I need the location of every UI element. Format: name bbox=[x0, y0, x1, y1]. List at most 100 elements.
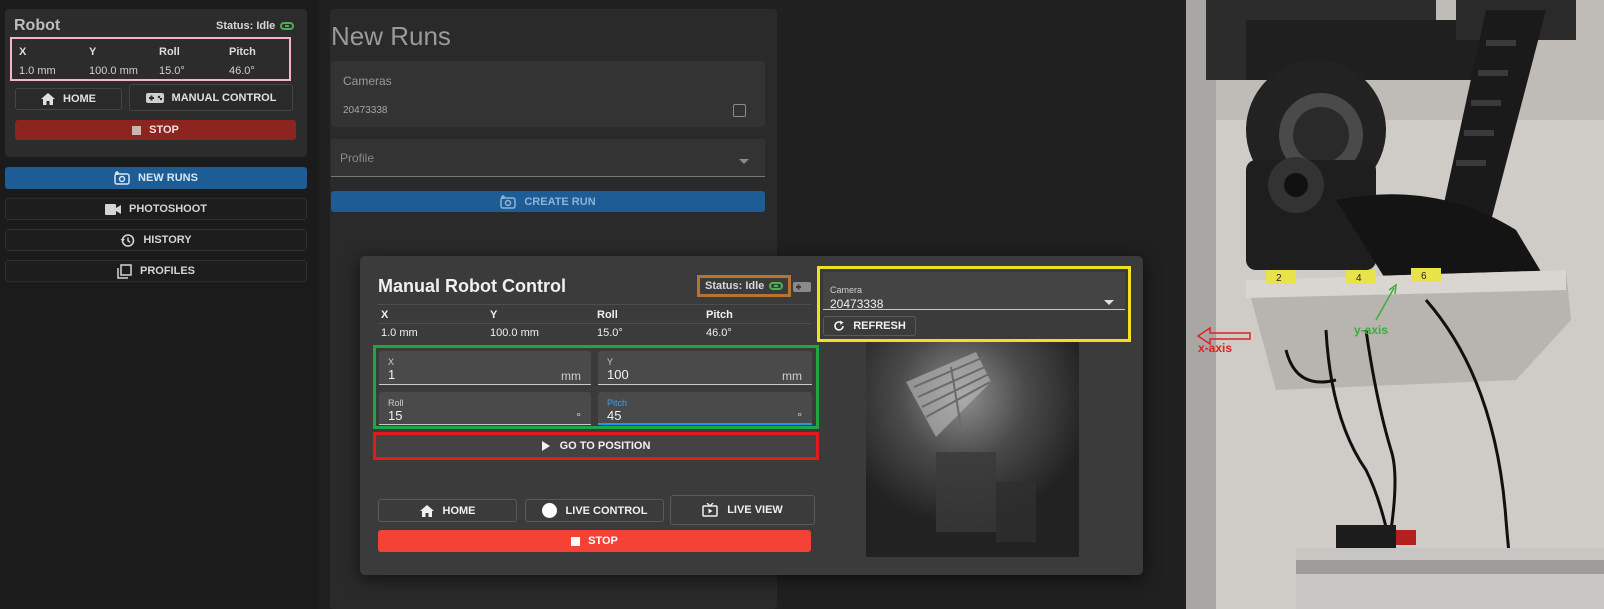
photo-label-6: 6 bbox=[1421, 271, 1427, 282]
camera-preview-image bbox=[866, 342, 1079, 557]
home-button-label: HOME bbox=[63, 93, 96, 105]
camera-add-icon bbox=[500, 194, 517, 209]
readout-value-y: 100.0 mm bbox=[89, 65, 138, 77]
x-input-label: X bbox=[388, 357, 395, 367]
dialog-title: Manual Robot Control bbox=[378, 276, 566, 296]
readout-header-roll: Roll bbox=[159, 46, 180, 58]
dialog-status-text: Status: Idle bbox=[705, 280, 765, 292]
chevron-down-icon bbox=[1104, 300, 1114, 305]
nav-profiles[interactable]: PROFILES bbox=[5, 260, 307, 282]
live-control-button[interactable]: LIVE CONTROL bbox=[525, 499, 664, 522]
readout-value-roll: 15.0° bbox=[159, 65, 185, 77]
camera-select-label: Camera bbox=[830, 285, 863, 295]
x-input-value: 1 bbox=[388, 367, 396, 382]
y-input-label: Y bbox=[607, 357, 614, 367]
cameras-label: Cameras bbox=[343, 74, 392, 88]
nav-new-runs[interactable]: NEW RUNS bbox=[5, 167, 307, 189]
refresh-icon bbox=[834, 320, 845, 331]
live-tv-icon bbox=[702, 503, 718, 517]
dialog-value-y: 100.0 mm bbox=[490, 327, 539, 339]
y-input-suffix: mm bbox=[782, 369, 802, 383]
readout-value-x: 1.0 mm bbox=[19, 65, 56, 77]
pitch-input[interactable]: Pitch 45 ° bbox=[598, 392, 812, 425]
home-button[interactable]: HOME bbox=[15, 88, 122, 110]
video-camera-icon bbox=[104, 203, 121, 215]
create-run-button[interactable]: CREATE RUN bbox=[331, 191, 765, 212]
cameras-section: Cameras 20473338 bbox=[331, 61, 765, 127]
nav-history-label: HISTORY bbox=[143, 234, 192, 246]
profile-placeholder: Profile bbox=[340, 151, 375, 165]
refresh-label: REFRESH bbox=[853, 320, 906, 332]
dialog-stop-button[interactable]: STOP bbox=[378, 530, 811, 552]
pitch-input-label: Pitch bbox=[607, 398, 628, 408]
x-axis-label: x-axis bbox=[1198, 341, 1232, 355]
sidebar: Robot Status: Idle X Y Roll Pitch 1.0 mm… bbox=[0, 0, 318, 609]
camera-panel: Camera 20473338 REFRESH bbox=[817, 266, 1131, 342]
stop-icon bbox=[132, 125, 142, 135]
create-run-label: CREATE RUN bbox=[524, 195, 596, 208]
y-axis-label: y-axis bbox=[1354, 323, 1388, 337]
y-input-value: 100 bbox=[607, 367, 629, 382]
roll-input-value: 15 bbox=[388, 408, 403, 423]
live-control-label: LIVE CONTROL bbox=[565, 504, 648, 517]
dialog-value-roll: 15.0° bbox=[597, 327, 623, 339]
robot-position-readout: X Y Roll Pitch 1.0 mm 100.0 mm 15.0° 46.… bbox=[10, 37, 291, 81]
stop-icon bbox=[571, 536, 581, 546]
dialog-home-label: HOME bbox=[442, 504, 476, 517]
pitch-input-value: 45 bbox=[607, 408, 622, 423]
dialog-value-x: 1.0 mm bbox=[381, 327, 418, 339]
dialog-value-pitch: 46.0° bbox=[706, 327, 732, 339]
photo-label-2: 2 bbox=[1276, 273, 1282, 284]
dialog-header-pitch: Pitch bbox=[706, 309, 733, 321]
nav-new-runs-label: NEW RUNS bbox=[138, 172, 198, 184]
home-icon bbox=[41, 93, 55, 105]
camera-add-icon bbox=[114, 171, 130, 185]
y-input[interactable]: Y 100 mm bbox=[598, 351, 812, 385]
live-view-label: LIVE VIEW bbox=[727, 504, 783, 516]
photo-label-4: 4 bbox=[1356, 273, 1362, 284]
nav-photoshoot-label: PHOTOSHOOT bbox=[128, 203, 208, 215]
manual-control-button[interactable]: MANUAL CONTROL bbox=[129, 84, 293, 111]
readout-value-pitch: 46.0° bbox=[229, 65, 255, 77]
camera-select-value: 20473338 bbox=[830, 297, 884, 311]
readout-header-x: X bbox=[19, 46, 27, 58]
manual-control-dialog: Manual Robot Control Status: Idle X Y Ro… bbox=[360, 256, 1143, 575]
dialog-home-button[interactable]: HOME bbox=[378, 499, 517, 522]
camera-checkbox[interactable] bbox=[733, 104, 746, 117]
roll-input[interactable]: Roll 15 ° bbox=[379, 392, 591, 425]
dialog-header-x: X bbox=[381, 309, 389, 321]
robot-card-title: Robot bbox=[14, 17, 61, 34]
dialog-stop-label: STOP bbox=[588, 535, 618, 547]
nav-profiles-label: PROFILES bbox=[139, 265, 195, 277]
camera-select[interactable]: Camera 20473338 bbox=[823, 272, 1125, 311]
robot-status: Status: Idle bbox=[216, 20, 295, 32]
link-icon bbox=[769, 282, 784, 290]
go-to-position-label: GO TO POSITION bbox=[559, 440, 651, 452]
live-view-button[interactable]: LIVE VIEW bbox=[670, 495, 815, 525]
nav-history[interactable]: HISTORY bbox=[5, 229, 307, 251]
dialog-status: Status: Idle bbox=[697, 275, 792, 297]
readout-header-y: Y bbox=[89, 46, 97, 58]
pitch-input-suffix: ° bbox=[797, 410, 802, 424]
x-input-suffix: mm bbox=[561, 369, 581, 383]
refresh-button[interactable]: REFRESH bbox=[823, 316, 916, 336]
link-icon bbox=[280, 22, 295, 30]
page-title: New Runs bbox=[331, 21, 451, 51]
roll-input-suffix: ° bbox=[576, 410, 581, 424]
stop-button[interactable]: STOP bbox=[15, 120, 296, 140]
stop-button-label: STOP bbox=[149, 124, 179, 136]
camera-id: 20473338 bbox=[343, 105, 388, 116]
nav-photoshoot[interactable]: PHOTOSHOOT bbox=[5, 198, 307, 220]
history-icon bbox=[120, 233, 135, 247]
profiles-icon bbox=[117, 263, 132, 279]
dialog-position-readout: X Y Roll Pitch 1.0 mm 100.0 mm 15.0° 46.… bbox=[378, 304, 811, 344]
dialog-header-roll: Roll bbox=[597, 309, 618, 321]
dialog-header-y: Y bbox=[490, 309, 498, 321]
x-input[interactable]: X 1 mm bbox=[379, 351, 591, 385]
go-to-position-button[interactable]: GO TO POSITION bbox=[373, 432, 819, 460]
robot-photo: 2 4 6 x-axis y-axis bbox=[1186, 0, 1604, 609]
gamepad-icon bbox=[793, 282, 811, 292]
robot-card: Robot Status: Idle X Y Roll Pitch 1.0 mm… bbox=[5, 9, 307, 157]
manual-control-label: MANUAL CONTROL bbox=[171, 91, 277, 104]
profile-select[interactable]: Profile bbox=[331, 139, 765, 177]
